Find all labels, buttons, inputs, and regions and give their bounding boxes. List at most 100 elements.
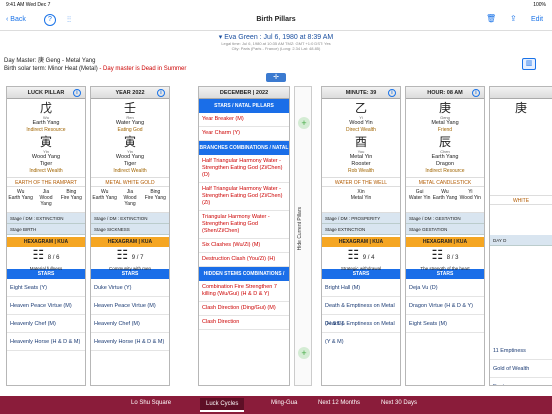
star-row[interactable]: Heavenly Chef (M) [7, 315, 85, 333]
stage: Stage EXTINCTION [322, 224, 400, 235]
stage: Stage SICKNESS [91, 224, 169, 235]
star-row[interactable]: Heaven Peace Virtue (M) [7, 297, 85, 315]
hexagram: ☷ 9 / 7Community with men [91, 247, 169, 271]
hidden-stem: Wu Earth Yang [92, 189, 117, 210]
star-row[interactable]: Eight Seats (Y) [7, 279, 85, 297]
month-star-row[interactable]: Year Charm (Y) [199, 127, 289, 141]
hidden-stem-element: Wood Yin [459, 195, 481, 201]
star-row[interactable]: Heavenly Chef (M) [91, 315, 169, 333]
status-bar: 9:41 AM Wed Dec 7 100% [0, 0, 552, 9]
stem-char: 壬 [123, 101, 136, 115]
month-star-row[interactable]: Six Clashes (Wu/Zi) (M) [199, 239, 289, 253]
hidden-stem: Wu Earth Yang [8, 189, 33, 210]
tab-luck-cycles[interactable]: Luck Cycles [200, 398, 245, 412]
info-icon[interactable]: i [73, 89, 81, 97]
nayin-melody: METAL CANDLESTICK [406, 177, 484, 187]
stage-dm: Stage / DM : GESTATION [406, 213, 484, 224]
info-icon[interactable]: i [157, 89, 165, 97]
hexagram-number: 9 / 7 [131, 255, 144, 261]
hidden-stem-element: Earth Yang [92, 195, 117, 201]
hidden-stems: Gui Water Yin Wu Earth Yang Yi Wood Yin [406, 187, 484, 213]
partial-column: 庚 WHITE DAY D 11 EmptinessGold of WealthEas… [489, 86, 552, 386]
pillar-title: HOUR: 08 AM [427, 90, 463, 96]
branch-char: 酉 [354, 135, 367, 149]
info-icon[interactable]: i [388, 89, 396, 97]
star-row[interactable]: Deja Vu (D) [406, 279, 484, 297]
star-row[interactable]: Gold of Wealth [490, 360, 552, 378]
add-icon[interactable]: + [298, 117, 310, 129]
section-header: BRANCHES COMBINATIONS / NATAL PILLARS [199, 141, 289, 165]
star-row[interactable]: Duke Virtue (Y) [91, 279, 169, 297]
star-row[interactable]: East [490, 378, 552, 385]
month-star-row[interactable]: Half Triangular Harmony Water - Strength… [199, 155, 289, 183]
branch-char: 寅 [123, 135, 136, 149]
stem-element: Metal Yang [431, 120, 459, 126]
star-row[interactable]: 11 Emptiness [490, 342, 552, 360]
hexagram-header: HEXAGRAM | KUA [406, 237, 484, 247]
star-row[interactable]: Heavenly Horse (H & D & M) [91, 333, 169, 351]
hexagram-number: 8 / 3 [446, 255, 459, 261]
pillar-title: YEAR 2022 [115, 90, 145, 96]
pillar-header: YEAR 2022 i [91, 87, 169, 99]
star-row[interactable]: Eight Seats (M) [406, 315, 484, 333]
hidden-stem-element: Wood Yang [39, 195, 53, 207]
pillar-column: LUCK PILLAR i 戊 Wu Earth Yang Indirect Resour… [6, 86, 86, 386]
hidden-stem: Bing Fire Yang [59, 189, 84, 210]
star-row[interactable]: Bright Hall (M) [322, 279, 400, 297]
stem-god: Indirect Resource [26, 127, 66, 133]
stem-god: Direct Wealth [346, 127, 376, 133]
nayin-melody: WATER OF THE WELL [322, 177, 400, 187]
month-star-row[interactable]: Destruction Clash (You/Zi) (H) [199, 253, 289, 267]
add-icon[interactable]: + [298, 347, 310, 359]
stem-god: Eating God [117, 127, 143, 133]
hide-current-pillars[interactable]: + Hide Current Pillars + [294, 86, 312, 386]
hidden-stems: Xin Metal Yin [322, 187, 400, 213]
star-row[interactable]: Heavenly Horse (H & D & M) [7, 333, 85, 351]
hexagram-header: HEXAGRAM | KUA [91, 237, 169, 247]
stem-char: 戊 [39, 101, 52, 115]
stage-dm: Stage / DM : EXTINCTION [91, 213, 169, 224]
branch-glyph: 辰 Chen Earth Yang Dragon Indirect Resource [406, 136, 484, 175]
hexagram-header: HEXAGRAM | KUA [322, 237, 400, 247]
current-month-column: DECEMBER | 2022 STARS / NATAL PILLARS Ye… [198, 86, 290, 386]
month-star-row[interactable]: Year Breaker (M) [199, 113, 289, 127]
hexagram: ☷ 8 / 3The strength of the heart [406, 247, 484, 271]
stars-header: STARS [322, 269, 400, 279]
chart-view-icon[interactable]: ▥ [522, 58, 536, 70]
city-info: City: Paris (Paris - France) (Long: 2.34… [231, 46, 321, 51]
expand-button[interactable]: ✛ [266, 73, 286, 82]
branch-glyph: 酉 You Metal Yin Rooster Rob Wealth [322, 135, 400, 175]
info-icon[interactable]: i [472, 89, 480, 97]
star-row[interactable]: Death & Emptiness on Metal (Y & M) [322, 315, 400, 345]
month-star-row[interactable]: Clash Direction [199, 316, 289, 330]
star-row[interactable]: Death & Emptiness on Metal (H & D) [322, 297, 400, 327]
stars-natal-header: STARS / NATAL PILLARS [199, 99, 289, 113]
nayin-melody: EARTH OF THE RAMPART [7, 177, 85, 187]
stage: DAY D [490, 235, 552, 246]
pillar-header: LUCK PILLAR i [7, 87, 85, 99]
month-star-row[interactable]: Combination Fire Strengthen 7 killing (W… [199, 281, 289, 302]
month-star-row[interactable]: Clash Direction (Ding/Gui) (M) [199, 302, 289, 316]
stage-dm: Stage / DM : PROSPERITY [322, 213, 400, 224]
stem-char: 庚 [514, 101, 527, 115]
star-row[interactable]: Dragon Virtue (H & D & Y) [406, 297, 484, 315]
month-star-row[interactable]: Half Triangular Harmony Water - Strength… [199, 183, 289, 211]
branch-god: Indirect Wealth [29, 168, 63, 174]
person-name-text: Eva Green : Jul 6, 1980 at 8:39 AM [224, 34, 334, 41]
hidden-stem: Gui Water Yin [407, 189, 432, 210]
pillar-title: MINUTE: 39 [345, 90, 377, 96]
hidden-stems: Wu Earth Yang Jia Wood Yang Bing Fire Yang [7, 187, 85, 213]
person-name[interactable]: ▾ Eva Green : Jul 6, 1980 at 8:39 AM [120, 33, 432, 41]
star-row[interactable]: Heaven Peace Virtue (M) [91, 297, 169, 315]
tab-ming-gua[interactable]: Ming-Gua [271, 400, 297, 406]
month-star-row[interactable]: Triangular Harmony Water - Strengthen Ea… [199, 211, 289, 239]
tab-next-12-months[interactable]: Next 12 Months [318, 400, 360, 406]
stage-dm: Stage / DM : EXTINCTION [7, 213, 85, 224]
stem-char: 庚 [438, 101, 451, 115]
branch-element: Metal Yin [349, 154, 373, 160]
stem-char: 乙 [354, 101, 367, 115]
day-master-info: Day Master: 庚 Geng - Metal Yang Birth so… [4, 57, 186, 73]
tab-lo-shu[interactable]: Lo Shu Square [131, 400, 171, 406]
tab-next-30-days[interactable]: Next 30 Days [381, 400, 417, 406]
branch-god: Rob Wealth [347, 168, 375, 174]
